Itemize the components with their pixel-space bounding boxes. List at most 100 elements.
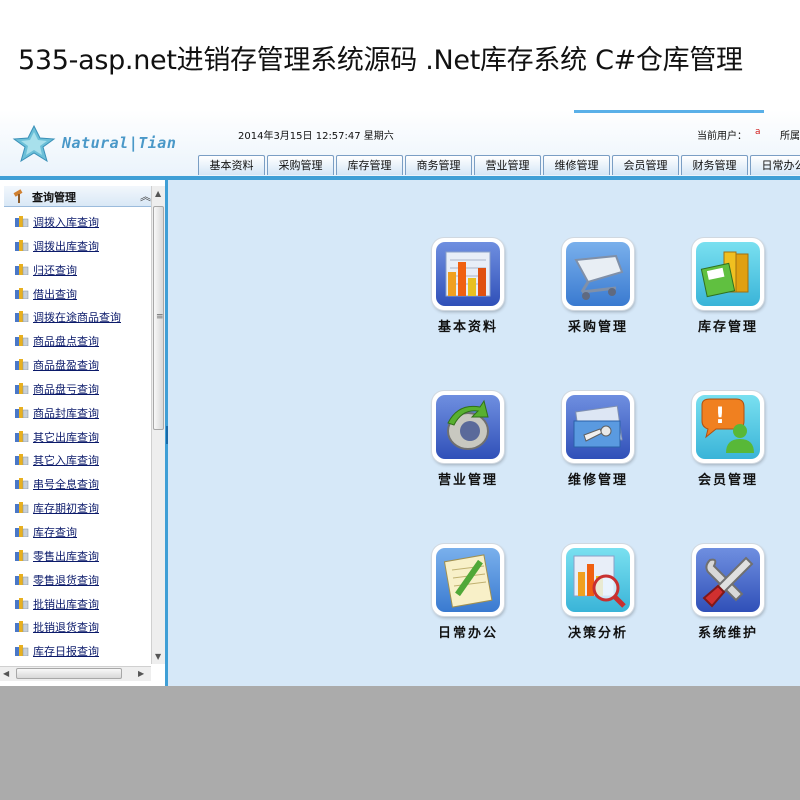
sidebar-item-wholesale-return[interactable]: 批销退货查询 bbox=[0, 615, 150, 639]
tab-office[interactable]: 日常办公 bbox=[750, 155, 800, 175]
tab-repair[interactable]: 维修管理 bbox=[543, 155, 610, 175]
books-icon bbox=[15, 311, 29, 323]
sidebar: 查询管理 ︽ 调拨入库查询 调拨出库查询 归还查询 借出查询 调拨在途商品查询 … bbox=[0, 180, 168, 686]
sidebar-item-label[interactable]: 批销退货查询 bbox=[33, 619, 99, 635]
sidebar-item-other-in[interactable]: 其它入库查询 bbox=[0, 448, 150, 472]
sidebar-item-label[interactable]: 商品盘盈查询 bbox=[33, 357, 99, 373]
sidebar-item-wholesale-out[interactable]: 批销出库查询 bbox=[0, 592, 150, 616]
shopping-cart-icon bbox=[566, 242, 630, 306]
sidebar-item-return[interactable]: 归还查询 bbox=[0, 258, 150, 282]
sidebar-item-label[interactable]: 库存查询 bbox=[33, 524, 77, 540]
module-repair[interactable]: 维修管理 bbox=[540, 391, 650, 501]
sidebar-item-label[interactable]: 商品盘点查询 bbox=[33, 333, 99, 349]
books-icon bbox=[15, 621, 29, 633]
tab-member[interactable]: 会员管理 bbox=[612, 155, 679, 175]
books-icon bbox=[15, 406, 29, 418]
module-icon-frame bbox=[432, 238, 504, 310]
books-icon bbox=[15, 216, 29, 227]
tab-sales[interactable]: 营业管理 bbox=[474, 155, 541, 175]
sidebar-item-label[interactable]: 调拨入库查询 bbox=[33, 214, 99, 230]
books-icon bbox=[15, 549, 29, 561]
module-system[interactable]: 系统维护 bbox=[670, 544, 780, 654]
module-basic-info[interactable]: 基本资料 bbox=[410, 238, 520, 348]
current-user-name: a bbox=[755, 127, 761, 137]
sidebar-item-surplus[interactable]: 商品盘盈查询 bbox=[0, 353, 150, 377]
sidebar-item-label[interactable]: 借出查询 bbox=[33, 286, 77, 302]
belong-label: 所属 bbox=[780, 131, 800, 142]
books-icon bbox=[15, 645, 29, 657]
tab-purchase[interactable]: 采购管理 bbox=[267, 155, 334, 175]
module-member[interactable]: ! 会员管理 bbox=[670, 391, 780, 501]
tab-inventory[interactable]: 库存管理 bbox=[336, 155, 403, 175]
sidebar-item-stock[interactable]: 库存查询 bbox=[0, 520, 150, 544]
sidebar-item-label[interactable]: 调拨在途商品查询 bbox=[33, 309, 121, 325]
bar-chart-icon bbox=[436, 242, 500, 306]
scroll-left-icon[interactable]: ◀ bbox=[3, 669, 9, 678]
vertical-scrollbar[interactable]: ▲ ≡ ▼ bbox=[151, 186, 165, 664]
header-accent-line bbox=[574, 110, 764, 113]
module-icon-frame bbox=[432, 391, 504, 463]
sidebar-item-label[interactable]: 调拨出库查询 bbox=[33, 238, 99, 254]
sidebar-item-daily-report[interactable]: 库存日报查询 bbox=[0, 639, 150, 663]
sidebar-menu: 调拨入库查询 调拨出库查询 归还查询 借出查询 调拨在途商品查询 商品盘点查询 … bbox=[0, 210, 150, 663]
app-window: Natural|Tian 2014年3月15日 12:57:47 星期六 当前用… bbox=[0, 110, 800, 686]
banner-title: 535-asp.net进销存管理系统源码 .Net库存系统 C#仓库管理 bbox=[18, 45, 743, 76]
wrench-screwdriver-icon bbox=[696, 548, 760, 612]
sidebar-item-label[interactable]: 库存日报查询 bbox=[33, 643, 99, 659]
svg-text:!: ! bbox=[715, 404, 725, 429]
scroll-right-icon[interactable]: ▶ bbox=[138, 669, 144, 678]
module-analysis[interactable]: 决策分析 bbox=[540, 544, 650, 654]
sidebar-item-transfer-out[interactable]: 调拨出库查询 bbox=[0, 234, 150, 258]
sidebar-item-label[interactable]: 零售出库查询 bbox=[33, 548, 99, 564]
sidebar-item-in-transit[interactable]: 调拨在途商品查询 bbox=[0, 305, 150, 329]
sidebar-item-label[interactable]: 商品盘亏查询 bbox=[33, 381, 99, 397]
sidebar-item-loss[interactable]: 商品盘亏查询 bbox=[0, 377, 150, 401]
module-label: 日常办公 bbox=[437, 626, 498, 641]
scroll-down-icon[interactable]: ▼ bbox=[155, 652, 161, 661]
app-header: Natural|Tian 2014年3月15日 12:57:47 星期六 当前用… bbox=[0, 110, 800, 178]
sidebar-item-stocktake[interactable]: 商品盘点查询 bbox=[0, 329, 150, 353]
sidebar-item-label[interactable]: 其它出库查询 bbox=[33, 429, 99, 445]
sidebar-item-label[interactable]: 商品封库查询 bbox=[33, 405, 99, 421]
sidebar-header[interactable]: 查询管理 ︽ bbox=[4, 186, 154, 207]
sidebar-item-label[interactable]: 库存期初查询 bbox=[33, 500, 99, 516]
module-icon-frame bbox=[432, 544, 504, 616]
sidebar-item-retail-out[interactable]: 零售出库查询 bbox=[0, 544, 150, 568]
module-inventory[interactable]: 库存管理 bbox=[670, 238, 780, 348]
collapse-chevron-icon[interactable]: ︽ bbox=[140, 188, 151, 204]
sidebar-item-label[interactable]: 零售退货查询 bbox=[33, 572, 99, 588]
sidebar-item-label[interactable]: 批销出库查询 bbox=[33, 596, 99, 612]
sidebar-item-retail-return[interactable]: 零售退货查询 bbox=[0, 568, 150, 592]
sidebar-item-serial[interactable]: 串号全息查询 bbox=[0, 472, 150, 496]
sidebar-item-sealed[interactable]: 商品封库查询 bbox=[0, 401, 150, 425]
vertical-scroll-thumb[interactable]: ≡ bbox=[153, 206, 164, 430]
hammer-icon bbox=[13, 189, 23, 203]
star-logo-icon bbox=[12, 124, 56, 163]
scroll-up-icon[interactable]: ▲ bbox=[155, 189, 161, 198]
module-office[interactable]: 日常办公 bbox=[410, 544, 520, 654]
module-label: 会员管理 bbox=[697, 473, 758, 488]
books-floppy-icon bbox=[696, 242, 760, 306]
horizontal-scroll-thumb[interactable] bbox=[16, 668, 122, 679]
sidebar-title: 查询管理 bbox=[32, 191, 76, 204]
datetime-display: 2014年3月15日 12:57:47 星期六 bbox=[238, 131, 394, 142]
module-sales[interactable]: 营业管理 bbox=[410, 391, 520, 501]
books-icon bbox=[15, 430, 29, 442]
module-label: 采购管理 bbox=[567, 320, 628, 335]
sidebar-item-opening[interactable]: 库存期初查询 bbox=[0, 496, 150, 520]
logo: Natural|Tian bbox=[10, 124, 176, 164]
module-icon-frame: ! bbox=[692, 391, 764, 463]
sidebar-item-transfer-in[interactable]: 调拨入库查询 bbox=[0, 210, 150, 234]
sidebar-item-label[interactable]: 归还查询 bbox=[33, 262, 77, 278]
tab-finance[interactable]: 财务管理 bbox=[681, 155, 748, 175]
tab-business[interactable]: 商务管理 bbox=[405, 155, 472, 175]
sidebar-item-lend[interactable]: 借出查询 bbox=[0, 282, 150, 306]
horizontal-scrollbar[interactable]: ◀ ▶ bbox=[0, 666, 151, 681]
member-chat-icon: ! bbox=[696, 395, 760, 459]
tab-basic-info[interactable]: 基本资料 bbox=[198, 155, 265, 175]
module-purchase[interactable]: 采购管理 bbox=[540, 238, 650, 348]
sidebar-item-other-out[interactable]: 其它出库查询 bbox=[0, 425, 150, 449]
sidebar-item-label[interactable]: 其它入库查询 bbox=[33, 452, 99, 468]
recycle-icon bbox=[436, 395, 500, 459]
sidebar-item-label[interactable]: 串号全息查询 bbox=[33, 476, 99, 492]
